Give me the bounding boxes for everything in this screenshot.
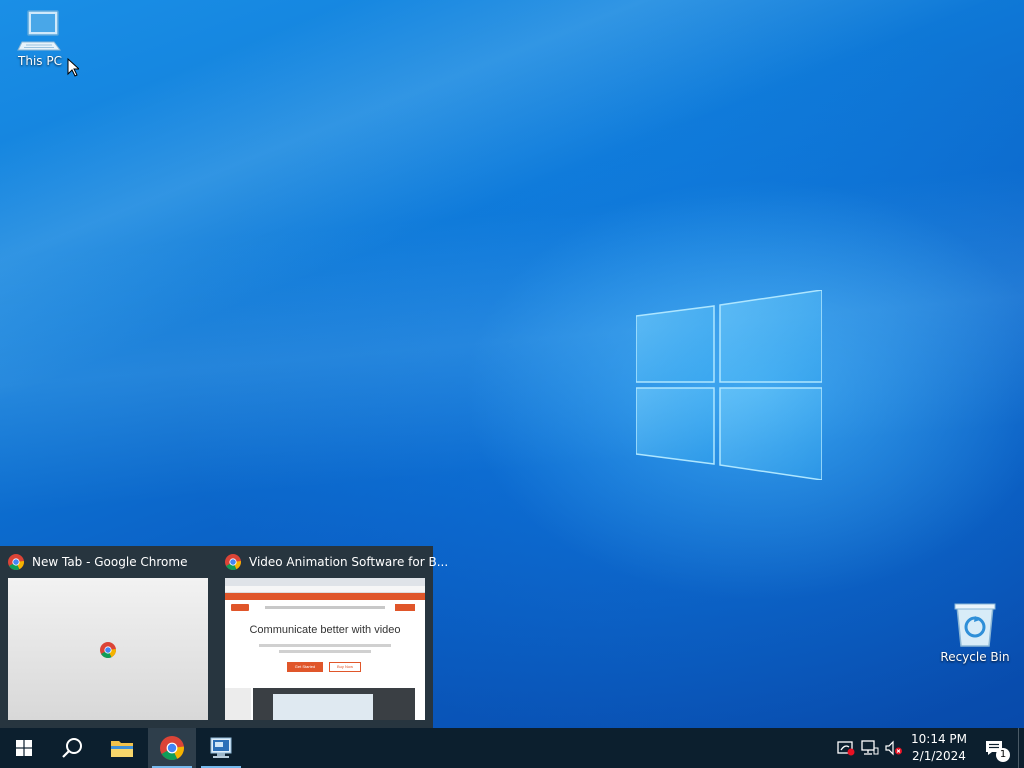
thumbnail-header: Video Animation Software for B... <box>225 554 448 570</box>
remote-desktop-icon <box>210 737 232 758</box>
computer-icon <box>17 10 61 51</box>
preview-headline: Communicate better with video <box>249 624 401 636</box>
search-icon <box>62 738 82 758</box>
mouse-cursor-icon <box>67 58 79 77</box>
shield-warning-icon <box>837 741 855 756</box>
file-explorer-button[interactable] <box>98 728 146 768</box>
tray-network[interactable] <box>860 738 880 758</box>
buy-now-button: Buy Now <box>329 662 361 672</box>
windows-logo-wallpaper <box>636 290 822 480</box>
this-pc-label: This PC <box>18 54 62 68</box>
thumbnail-preview: Communicate better with video Get Starte… <box>225 578 425 720</box>
show-desktop-button[interactable] <box>1018 728 1024 768</box>
chrome-icon <box>160 736 184 760</box>
clock-time: 10:14 PM <box>911 732 967 746</box>
preview-subtext <box>279 650 371 653</box>
vyond-logo <box>231 604 249 611</box>
system-clock[interactable]: 10:14 PM 2/1/2024 <box>902 731 976 765</box>
get-started-button: Get Started <box>287 662 323 672</box>
chrome-taskbar-button[interactable] <box>148 728 196 768</box>
preview-sidebar <box>225 688 251 720</box>
recycle-bin-icon <box>954 603 996 647</box>
chrome-icon <box>225 554 241 570</box>
clock-date: 2/1/2024 <box>912 749 966 763</box>
thumbnail-new-tab[interactable]: New Tab - Google Chrome <box>0 546 216 728</box>
tray-network-warning[interactable] <box>836 738 856 758</box>
thumbnail-preview <box>8 578 208 720</box>
thumbnail-header: New Tab - Google Chrome <box>8 554 187 570</box>
recycle-bin-label: Recycle Bin <box>940 650 1010 664</box>
preview-subtext <box>259 644 391 647</box>
preview-hero-screen <box>273 694 373 720</box>
thumbnail-vyond[interactable]: Video Animation Software for B... Commun… <box>217 546 448 728</box>
action-center-button[interactable]: 1 <box>976 728 1012 768</box>
site-banner <box>225 593 425 600</box>
desktop-icon-recycle-bin[interactable]: Recycle Bin <box>935 602 1015 664</box>
taskbar-thumbnail-popup: New Tab - Google Chrome Video Animation … <box>0 546 448 728</box>
nav-cta <box>395 604 415 611</box>
browser-address-bar <box>225 586 425 593</box>
chrome-icon <box>100 642 116 658</box>
volume-muted-icon <box>885 740 902 756</box>
site-nav <box>265 606 385 609</box>
tray-volume[interactable] <box>884 738 904 758</box>
remote-desktop-button[interactable] <box>197 728 245 768</box>
notification-count-badge: 1 <box>996 748 1010 762</box>
taskbar: 10:14 PM 2/1/2024 1 <box>0 728 1024 768</box>
windows-start-icon <box>16 740 32 756</box>
chrome-icon <box>8 554 24 570</box>
thumbnail-title: New Tab - Google Chrome <box>32 555 188 569</box>
start-button[interactable] <box>0 728 48 768</box>
thumbnail-title: Video Animation Software for B... <box>249 555 449 569</box>
network-icon <box>861 740 879 755</box>
search-button[interactable] <box>48 728 96 768</box>
browser-tab-strip <box>225 578 425 586</box>
folder-icon <box>111 741 133 757</box>
